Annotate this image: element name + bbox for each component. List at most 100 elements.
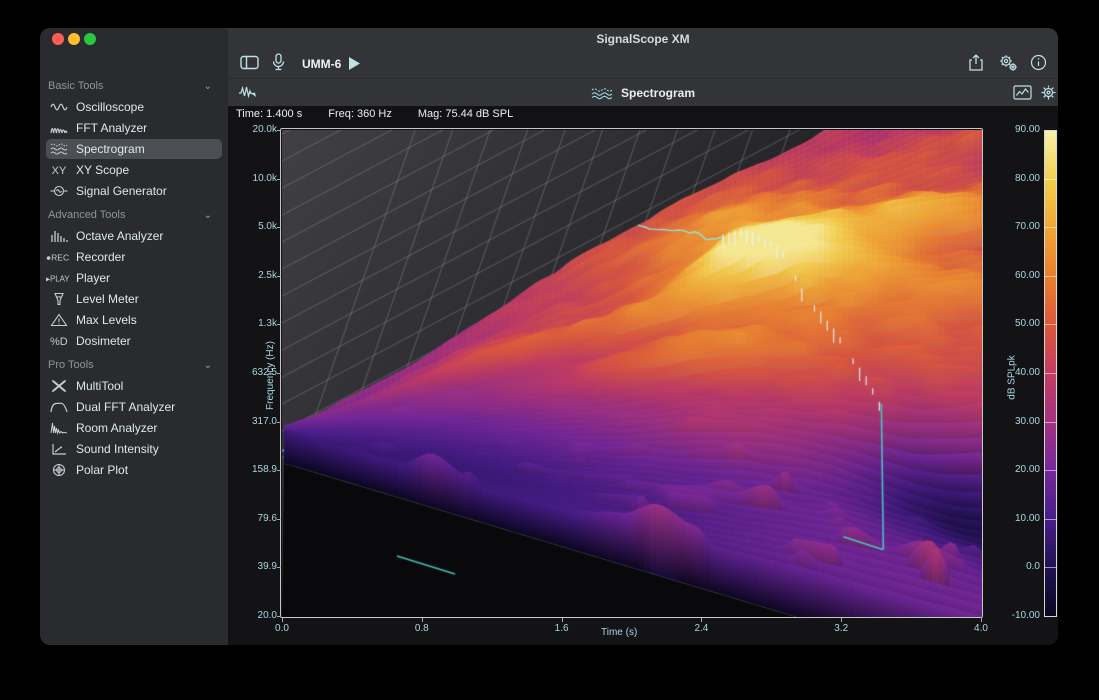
spectrogram-icon bbox=[591, 86, 613, 101]
x-tick-mark bbox=[701, 618, 702, 622]
colorbar-tick-label: 80.00 bbox=[996, 173, 1040, 184]
chevron-down-icon[interactable]: ⌄ bbox=[204, 81, 212, 92]
x-tick-mark bbox=[422, 618, 423, 622]
y-tick-label: 20.0k bbox=[235, 124, 277, 135]
info-icon[interactable] bbox=[1030, 54, 1047, 71]
sidebar-item-label: Level Meter bbox=[76, 292, 139, 306]
y-tick-label: 632.5 bbox=[235, 367, 277, 378]
x-tick-label: 3.2 bbox=[827, 623, 855, 634]
sidebar-item-label: Dual FFT Analyzer bbox=[76, 400, 175, 414]
x-tick-label: 4.0 bbox=[967, 623, 995, 634]
y-tick-mark bbox=[277, 227, 281, 228]
oscilloscope-icon bbox=[46, 100, 72, 114]
octave-analyzer-icon bbox=[46, 229, 72, 243]
sidebar-item-player[interactable]: ▸PLAY Player bbox=[46, 268, 222, 288]
sidebar-item-level-meter[interactable]: Level Meter bbox=[46, 289, 222, 309]
sidebar-toggle-icon[interactable] bbox=[240, 55, 259, 70]
dual-fft-icon bbox=[46, 400, 72, 414]
sidebar-item-room-analyzer[interactable]: Room Analyzer bbox=[46, 418, 222, 438]
y-tick-mark bbox=[277, 179, 281, 180]
header-area: SignalScope XM UMM-6 bbox=[228, 28, 1058, 106]
chart-options-icon[interactable] bbox=[1013, 85, 1032, 100]
sidebar-section-label: Advanced Tools bbox=[48, 209, 125, 221]
y-tick-mark bbox=[277, 616, 281, 617]
sidebar-item-label: Signal Generator bbox=[76, 184, 167, 198]
y-tick-mark bbox=[277, 324, 281, 325]
sidebar-item-dual-fft-analyzer[interactable]: Dual FFT Analyzer bbox=[46, 397, 222, 417]
signal-generator-icon bbox=[46, 184, 72, 198]
share-icon[interactable] bbox=[968, 54, 984, 72]
x-tick-mark bbox=[562, 618, 563, 622]
x-tick-label: 2.4 bbox=[687, 623, 715, 634]
y-tick-mark bbox=[277, 567, 281, 568]
sidebar-item-multitool[interactable]: MultiTool bbox=[46, 376, 222, 396]
fft-analyzer-icon bbox=[46, 121, 72, 135]
sidebar-section-pro-tools[interactable]: Pro Tools⌄ bbox=[48, 357, 220, 373]
waterfall-3d-plot[interactable] bbox=[282, 130, 982, 617]
colorbar-tick-mark bbox=[1044, 227, 1057, 228]
sidebar-item-fft-analyzer[interactable]: FFT Analyzer bbox=[46, 118, 222, 138]
sidebar-item-xy-scope[interactable]: XYXY Scope bbox=[46, 160, 222, 180]
sidebar-item-label: Player bbox=[76, 271, 110, 285]
sidebar-item-octave-analyzer[interactable]: Octave Analyzer bbox=[46, 226, 222, 246]
colorbar-tick-mark bbox=[1044, 422, 1057, 423]
y-tick-mark bbox=[277, 470, 281, 471]
sidebar: Basic Tools ⌄ OscilloscopeFFT AnalyzerSpec… bbox=[40, 28, 229, 645]
x-tick-mark bbox=[981, 618, 982, 622]
app-window: Basic Tools ⌄ OscilloscopeFFT AnalyzerSpec… bbox=[40, 28, 1058, 645]
sidebar-item-label: MultiTool bbox=[76, 379, 123, 393]
polar-plot-icon bbox=[46, 463, 72, 477]
chevron-down-icon[interactable]: ⌄ bbox=[204, 360, 212, 371]
level-meter-icon bbox=[46, 292, 72, 306]
sidebar-item-sound-intensity[interactable]: Sound Intensity bbox=[46, 439, 222, 459]
sidebar-item-signal-generator[interactable]: Signal Generator bbox=[46, 181, 222, 201]
sidebar-section-advanced-tools[interactable]: Advanced Tools ⌄ bbox=[48, 207, 220, 223]
zoom-window-button[interactable] bbox=[84, 33, 96, 45]
sidebar-section-label: Basic Tools bbox=[48, 80, 103, 92]
room-analyzer-icon bbox=[46, 421, 72, 435]
colorbar-tick-label: 10.00 bbox=[996, 513, 1040, 524]
y-tick-label: 5.0k bbox=[235, 221, 277, 232]
sidebar-item-spectrogram[interactable]: Spectrogram bbox=[46, 139, 222, 159]
x-tick-label: 0.8 bbox=[408, 623, 436, 634]
sidebar-item-polar-plot[interactable]: Polar Plot bbox=[46, 460, 222, 480]
minimize-window-button[interactable] bbox=[68, 33, 80, 45]
sidebar-item-recorder[interactable]: ●RECRecorder bbox=[46, 247, 222, 267]
colorbar-tick-label: -10.00 bbox=[996, 610, 1040, 621]
chevron-down-icon[interactable]: ⌄ bbox=[204, 210, 212, 221]
y-tick-label: 39.9 bbox=[235, 561, 277, 572]
y-tick-mark bbox=[277, 519, 281, 520]
sidebar-section-basic-tools[interactable]: Basic Tools ⌄ bbox=[48, 78, 220, 94]
spectrogram-plot-pane: Frequency (Hz) Time (s) dB SPLpk 20.0k10… bbox=[228, 122, 1058, 645]
window-title: SignalScope XM bbox=[228, 28, 1058, 50]
colorbar-tick-mark bbox=[1044, 373, 1057, 374]
dosimeter-icon: %D bbox=[46, 334, 72, 348]
recorder-icon: ●REC bbox=[46, 250, 72, 264]
y-tick-label: 317.0 bbox=[235, 416, 277, 427]
player-icon: ▸PLAY bbox=[46, 271, 72, 285]
analyzer-settings-gears-icon[interactable] bbox=[998, 54, 1018, 72]
device-name[interactable]: UMM-6 bbox=[302, 56, 341, 72]
plot-settings-gear-icon[interactable] bbox=[1040, 84, 1057, 101]
sidebar-item-dosimeter[interactable]: %DDosimeter bbox=[46, 331, 222, 351]
colorbar-tick-mark bbox=[1044, 324, 1057, 325]
sidebar-item-label: Octave Analyzer bbox=[76, 229, 163, 243]
y-tick-label: 158.9 bbox=[235, 464, 277, 475]
microphone-icon[interactable] bbox=[272, 53, 285, 72]
x-tick-mark bbox=[282, 618, 283, 622]
xy-scope-icon: XY bbox=[46, 163, 72, 177]
colorbar-tick-label: 30.00 bbox=[996, 416, 1040, 427]
y-tick-label: 10.0k bbox=[235, 173, 277, 184]
sidebar-item-label: Sound Intensity bbox=[76, 442, 159, 456]
svg-text:XY: XY bbox=[52, 165, 67, 177]
close-window-button[interactable] bbox=[52, 33, 64, 45]
readout-mag: Mag: 75.44 dB SPL bbox=[418, 108, 513, 120]
sidebar-item-label: Polar Plot bbox=[76, 463, 128, 477]
colorbar-tick-label: 60.00 bbox=[996, 270, 1040, 281]
sidebar-item-oscilloscope[interactable]: Oscilloscope bbox=[46, 97, 222, 117]
y-tick-label: 20.0 bbox=[235, 610, 277, 621]
sidebar-item-max-levels[interactable]: Max Levels bbox=[46, 310, 222, 330]
play-button[interactable] bbox=[348, 56, 361, 71]
svg-text:●REC: ●REC bbox=[46, 253, 69, 263]
colorbar-tick-mark bbox=[1044, 519, 1057, 520]
